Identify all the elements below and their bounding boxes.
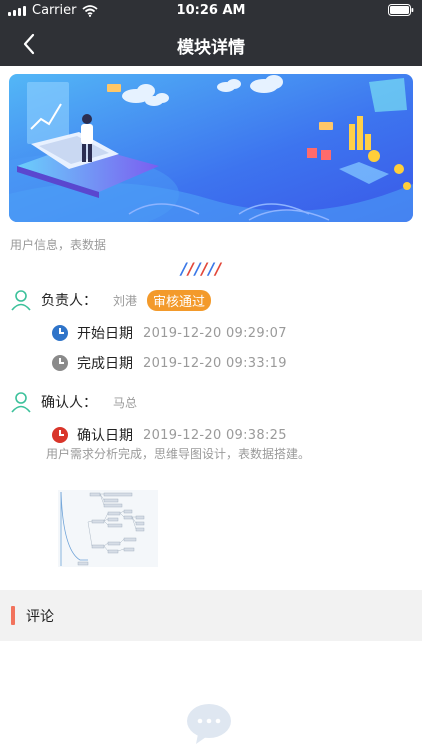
module-subtitle: 用户信息，表数据	[10, 238, 107, 252]
status-bar: Carrier 10:26 AM	[0, 0, 422, 22]
navigation-bar: 模块详情	[0, 22, 422, 66]
divider-slash: /	[181, 259, 188, 278]
confirm-date-row: 确认日期 2019-12-20 09:38:25	[52, 425, 287, 445]
page-title: 模块详情	[177, 38, 245, 58]
finish-date-label: 完成日期	[77, 356, 133, 372]
start-date-label: 开始日期	[77, 326, 133, 342]
confirm-name: 马总	[113, 395, 138, 410]
confirm-date-label: 确认日期	[77, 428, 133, 444]
clock-icon	[52, 355, 68, 371]
top-bar: Carrier 10:26 AM 模块详情	[0, 0, 422, 66]
clock-icon	[52, 325, 68, 341]
slash-divider: //////	[181, 259, 222, 278]
chat-bubble-icon	[187, 704, 231, 744]
status-badge: 审核通过	[147, 289, 212, 311]
comments-title: 评论	[26, 609, 54, 625]
confirm-row: 确认人： 马总	[10, 391, 137, 413]
clock-time: 10:26 AM	[176, 3, 246, 18]
owner-label: 负责人：	[41, 293, 97, 309]
confirm-label: 确认人：	[41, 395, 97, 411]
battery-icon	[388, 4, 414, 16]
banner-illustration	[9, 74, 413, 222]
start-date-row: 开始日期 2019-12-20 09:29:07	[52, 323, 287, 343]
owner-row: 负责人： 刘港 审核通过	[10, 289, 212, 311]
finish-date-row: 完成日期 2019-12-20 09:33:19	[52, 353, 287, 373]
finish-date-value: 2019-12-20 09:33:19	[143, 355, 287, 371]
comments-header: 评论	[0, 590, 422, 641]
person-icon	[11, 392, 31, 413]
section-marker	[11, 606, 15, 625]
clock-icon	[52, 427, 68, 443]
attachment-thumbnail[interactable]	[58, 490, 158, 567]
start-date-value: 2019-12-20 09:29:07	[143, 325, 287, 341]
divider-slash: /	[187, 259, 195, 278]
owner-name: 刘港	[113, 293, 138, 308]
person-icon	[11, 290, 31, 311]
confirm-description: 用户需求分析完成，思维导图设计，表数据搭建。	[46, 447, 311, 461]
divider-slash: /	[215, 259, 223, 278]
confirm-date-value: 2019-12-20 09:38:25	[143, 427, 287, 443]
divider-slash: /	[194, 259, 202, 278]
